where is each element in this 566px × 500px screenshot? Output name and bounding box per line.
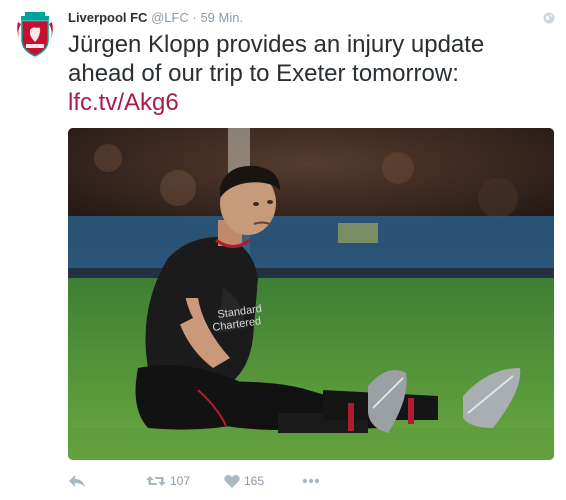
reply-icon bbox=[69, 475, 85, 487]
tweet-header: Liverpool FC @LFC · 59 Min. bbox=[68, 9, 526, 27]
tweet-text-line-1: Jürgen Klopp provides an injury update bbox=[68, 31, 485, 58]
tweet-timestamp[interactable]: 59 Min. bbox=[200, 10, 243, 25]
meta-separator: · bbox=[192, 10, 197, 25]
retweet-icon bbox=[146, 476, 166, 486]
more-button[interactable] bbox=[302, 472, 320, 490]
globe-icon bbox=[543, 11, 555, 24]
liverbird-crest-icon bbox=[17, 12, 53, 57]
author-name[interactable]: Liverpool FC bbox=[68, 10, 147, 25]
author-handle[interactable]: @LFC bbox=[151, 10, 189, 25]
tweet-text-line-2: ahead of our trip to Exeter tomorrow: bbox=[68, 60, 459, 87]
tweet-actions: 107 165 bbox=[68, 472, 368, 490]
tweet-media-photo[interactable]: Standard Chartered bbox=[68, 128, 554, 460]
avatar[interactable] bbox=[15, 10, 55, 58]
retweet-count: 107 bbox=[170, 474, 191, 488]
heart-icon bbox=[224, 474, 240, 488]
tweet-link[interactable]: lfc.tv/Akg6 bbox=[68, 88, 548, 117]
reply-button[interactable] bbox=[68, 472, 86, 490]
player-photo: Standard Chartered bbox=[68, 128, 554, 460]
like-count: 165 bbox=[244, 474, 265, 488]
like-button[interactable]: 165 bbox=[224, 472, 264, 490]
retweet-button[interactable]: 107 bbox=[146, 472, 190, 490]
more-dots-icon bbox=[302, 478, 320, 484]
tweet-text: Jürgen Klopp provides an injury update a… bbox=[68, 30, 548, 117]
